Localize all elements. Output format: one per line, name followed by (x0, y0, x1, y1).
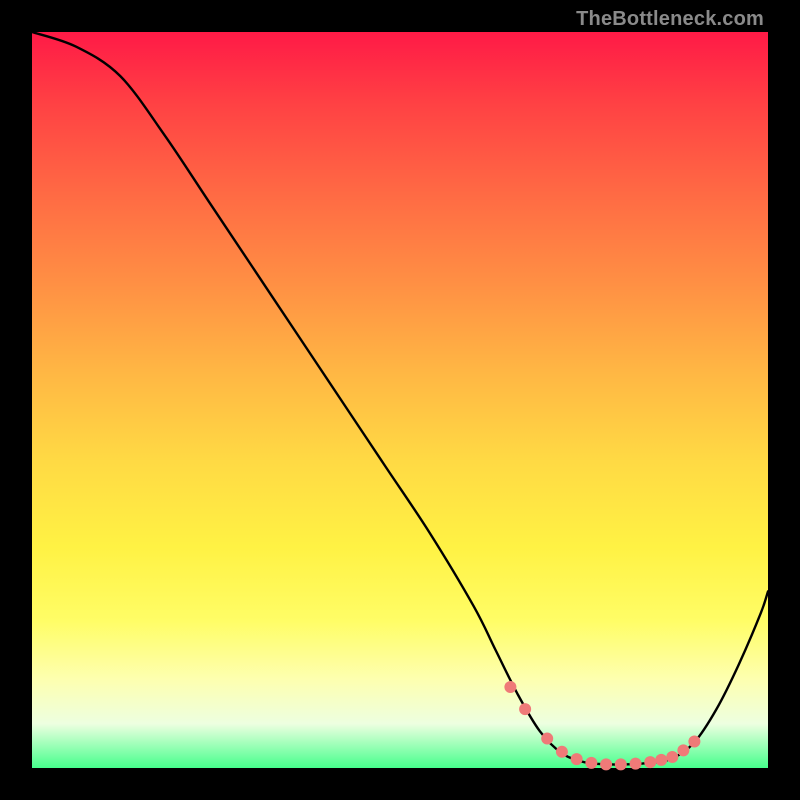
highlight-dots (504, 681, 700, 770)
highlight-dot (600, 758, 612, 770)
highlight-dot (666, 751, 678, 763)
highlight-dot (541, 733, 553, 745)
chart-frame: TheBottleneck.com (0, 0, 800, 800)
chart-overlay (32, 32, 768, 768)
highlight-dot (630, 758, 642, 770)
highlight-dot (615, 758, 627, 770)
highlight-dot (644, 756, 656, 768)
attribution-label: TheBottleneck.com (576, 8, 764, 31)
highlight-dot (571, 753, 583, 765)
highlight-dot (688, 736, 700, 748)
highlight-dot (556, 746, 568, 758)
highlight-dot (585, 757, 597, 769)
highlight-dot (504, 681, 516, 693)
highlight-dot (519, 703, 531, 715)
bottleneck-curve (32, 32, 768, 765)
highlight-dot (677, 744, 689, 756)
highlight-dot (655, 754, 667, 766)
